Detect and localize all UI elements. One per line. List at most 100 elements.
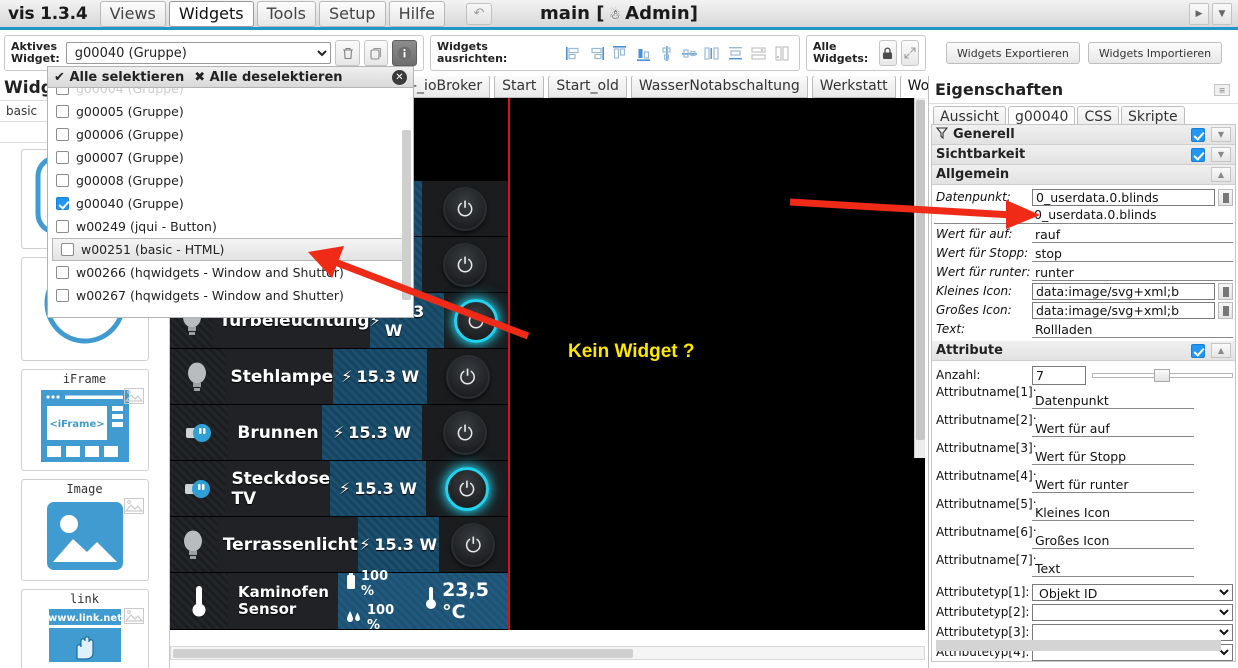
canvas-horizontal-scrollbar[interactable] — [170, 646, 925, 660]
field-attributname-7[interactable]: Attributname[7]: — [932, 554, 1235, 582]
field-attributetyp-2[interactable]: Attributetyp[2]: — [932, 602, 1235, 622]
attributname-1-input[interactable] — [1032, 392, 1194, 409]
view-tab-iobroker[interactable]: -_ioBroker — [404, 76, 491, 98]
list-item[interactable]: w00251 (basic - HTML) — [52, 238, 409, 261]
list-item[interactable]: g00008 (Gruppe) — [48, 169, 413, 192]
datenpunkt-input[interactable] — [1032, 189, 1215, 206]
attributetyp-2-select[interactable] — [1032, 603, 1233, 621]
attributname-5-input[interactable] — [1032, 504, 1194, 521]
attributname-7-input[interactable] — [1032, 560, 1194, 577]
align-left-icon[interactable] — [564, 43, 583, 63]
dropdown-list[interactable]: g00004 (Gruppe) g00005 (Gruppe) g00006 (… — [47, 88, 414, 318]
field-attributetyp-3[interactable]: Attributetyp[3]: — [932, 622, 1235, 642]
table-row[interactable]: Brunnen ⚡ 15.3 W ⏻ — [170, 404, 508, 461]
object-browser-button[interactable] — [1218, 189, 1233, 206]
power-icon[interactable]: ⏻ — [443, 186, 487, 231]
field-value[interactable] — [1032, 470, 1194, 493]
attributname-6-input[interactable] — [1032, 532, 1194, 549]
field-attributname-5[interactable]: Attributname[5]: — [932, 498, 1235, 526]
info-icon[interactable] — [392, 40, 417, 66]
field-value[interactable] — [1032, 321, 1233, 338]
play-icon[interactable]: ▶ — [1189, 3, 1209, 25]
attributname-4-input[interactable] — [1032, 476, 1194, 493]
menu-item-hilfe[interactable]: Hilfe — [388, 0, 445, 27]
table-row[interactable]: Steckdose TV ⚡ 15.3 W ⏻ — [170, 460, 508, 517]
chevron-down-icon[interactable]: ▼ — [1212, 3, 1232, 25]
text-input[interactable] — [1032, 321, 1233, 338]
list-item[interactable]: g00007 (Gruppe) — [48, 146, 413, 169]
power-icon[interactable]: ⏻ — [444, 466, 489, 511]
copy-icon[interactable] — [363, 40, 389, 66]
icon-picker-button[interactable] — [1218, 302, 1233, 319]
list-item[interactable]: g00004 (Gruppe) — [48, 88, 413, 100]
icon-picker-button[interactable] — [1218, 283, 1233, 300]
list-item[interactable]: g00005 (Gruppe) — [48, 100, 413, 123]
list-item[interactable]: w00249 (jqui - Button) — [48, 215, 413, 238]
same-height-icon[interactable] — [772, 43, 791, 63]
group-attribute[interactable]: Attribute ▲ — [932, 341, 1235, 361]
group-attribute-checkbox[interactable] — [1191, 343, 1205, 358]
chevron-down-icon[interactable]: ▼ — [1211, 127, 1231, 142]
export-widgets-button[interactable]: Widgets Exportieren — [946, 42, 1080, 64]
menu-item-views[interactable]: Views — [99, 0, 166, 27]
align-top-icon[interactable] — [610, 43, 629, 63]
wert-stopp-input[interactable] — [1032, 245, 1233, 262]
align-right-icon[interactable] — [587, 43, 606, 63]
kleines-icon-input[interactable] — [1032, 283, 1215, 300]
distribute-vertical-icon[interactable] — [726, 43, 745, 63]
field-value[interactable] — [1032, 189, 1233, 206]
wert-runter-input[interactable] — [1032, 264, 1233, 281]
scrollbar-thumb[interactable] — [173, 649, 633, 658]
attributname-3-input[interactable] — [1032, 448, 1194, 465]
menu-item-widgets[interactable]: Widgets — [168, 0, 254, 27]
undo-icon[interactable]: ↶ — [465, 2, 492, 25]
device-toggle-cell[interactable]: ⏻ — [438, 516, 508, 573]
list-item[interactable]: g00040 (Gruppe) — [48, 192, 413, 215]
field-attributname-1[interactable]: Attributname[1]: — [932, 386, 1235, 414]
view-tab-start[interactable]: Start — [494, 76, 545, 98]
attributname-2-input[interactable] — [1032, 420, 1194, 437]
deselect-all-action[interactable]: ✖ Alle deselektieren — [194, 70, 342, 85]
menu-item-tools[interactable]: Tools — [256, 0, 316, 27]
list-item[interactable]: w00267 (hqwidgets - Window and Shutter) — [48, 284, 413, 307]
item-checkbox[interactable] — [56, 220, 69, 233]
widget-multiselect-dropdown[interactable]: ✔ Alle selektieren ✖ Alle deselektieren … — [47, 66, 414, 318]
field-wert-fuer-auf[interactable]: Wert für auf: — [932, 225, 1235, 244]
device-toggle-cell[interactable]: ⏻ — [422, 180, 508, 237]
field-value[interactable] — [1032, 283, 1233, 300]
table-row[interactable]: Kaminofen Sensor 100 % 100 % 23,5 °C — [170, 569, 508, 630]
field-attributname-2[interactable]: Attributname[2]: — [932, 414, 1235, 442]
field-value[interactable]: Objekt ID — [1032, 583, 1233, 601]
list-item[interactable]: w00266 (hqwidgets - Window and Shutter) — [48, 261, 413, 284]
view-tab-wassernotabschaltung[interactable]: WasserNotabschaltung — [630, 76, 808, 98]
chevron-up-icon[interactable]: ▲ — [1211, 343, 1231, 358]
field-value[interactable] — [1032, 603, 1233, 621]
align-center-horizontal-icon[interactable] — [657, 43, 676, 63]
field-value[interactable] — [1032, 623, 1233, 641]
trash-icon[interactable] — [335, 40, 360, 66]
field-attributname-3[interactable]: Attributname[3]: — [932, 442, 1235, 470]
power-icon[interactable]: ⏻ — [443, 242, 487, 287]
grosses-icon-input[interactable] — [1032, 302, 1215, 319]
palette-item-link[interactable]: link www.link.net — [20, 589, 149, 668]
scrollbar-thumb[interactable] — [916, 100, 925, 440]
import-widgets-button[interactable]: Widgets Importieren — [1087, 42, 1223, 64]
field-attributname-4[interactable]: Attributname[4]: — [932, 470, 1235, 498]
properties-horizontal-scrollbar[interactable] — [936, 640, 1221, 651]
device-toggle-cell[interactable]: ⏻ — [422, 404, 508, 461]
item-checkbox[interactable] — [56, 266, 69, 279]
expand-icon[interactable] — [900, 40, 919, 66]
active-widget-select[interactable]: g00040 (Gruppe) — [65, 42, 332, 64]
field-value[interactable] — [1032, 365, 1233, 385]
item-checkbox[interactable] — [56, 128, 69, 141]
properties-body[interactable]: Generell ▼ Sichtbarkeit ▼ Allgemein ▲ Da… — [931, 124, 1236, 662]
field-value[interactable] — [1032, 226, 1233, 243]
view-tab-wohnzimmer[interactable]: Wohnzimm — [899, 76, 928, 98]
align-middle-icon[interactable] — [680, 43, 699, 63]
dropdown-scrollbar-thumb[interactable] — [402, 130, 411, 300]
anzahl-input[interactable] — [1032, 365, 1086, 385]
device-toggle-cell[interactable]: ⏻ — [425, 460, 508, 517]
palette-item-image[interactable]: Image — [20, 479, 149, 581]
anzahl-slider[interactable] — [1092, 369, 1233, 382]
slider-knob[interactable] — [1154, 369, 1171, 382]
